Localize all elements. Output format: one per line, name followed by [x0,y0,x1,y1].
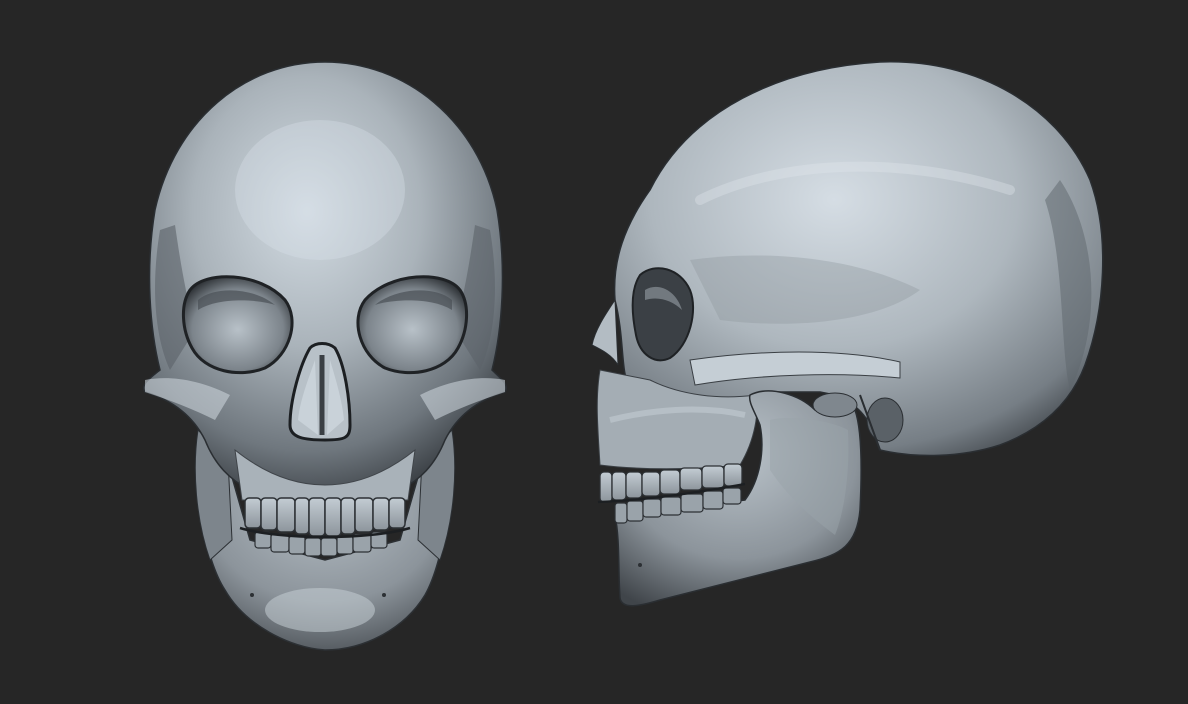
skull-side-view [591,61,1104,607]
front-upper-teeth [244,497,406,537]
skull-render [143,61,1104,651]
skull-front-view [143,61,507,651]
render-viewport [0,0,1188,704]
